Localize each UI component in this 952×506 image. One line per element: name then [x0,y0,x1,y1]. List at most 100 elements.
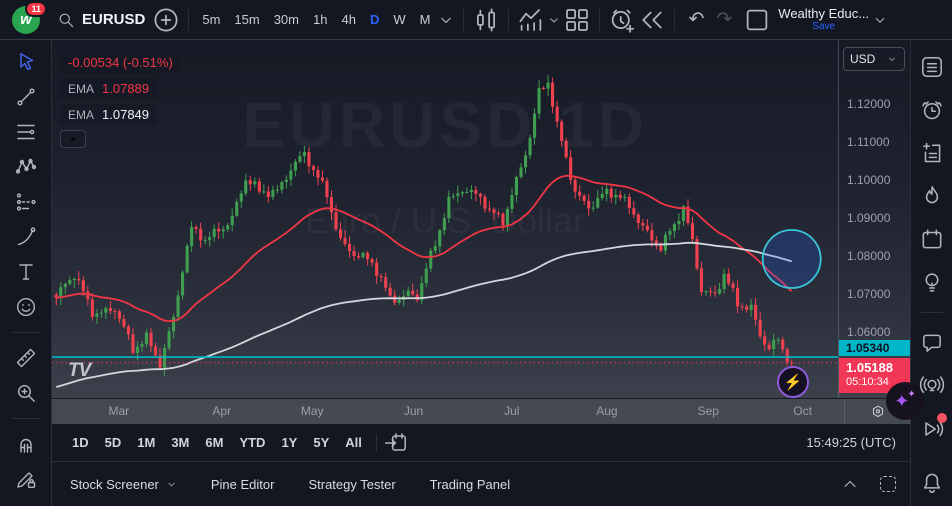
time-axis-months: MarAprMayJunJulAugSepOct [52,399,844,424]
sparkle-small-icon: ✦ [907,389,915,400]
tradingview-logo[interactable]: TV [68,360,90,382]
range-1m[interactable]: 1M [129,431,163,454]
edit-lock-icon[interactable] [14,467,38,491]
currency-chevron-icon [886,53,898,65]
timeframe-4h[interactable]: 4h [335,8,361,31]
timeframe-1h[interactable]: 1h [307,8,333,31]
compare-add-icon[interactable] [151,5,181,35]
range-5y[interactable]: 5Y [305,431,337,454]
toolbar-separator [188,9,189,31]
timeframe-chevron-icon[interactable] [436,5,456,35]
layout-grid-icon[interactable] [562,5,592,35]
chart-style-candles-icon[interactable] [471,5,501,35]
top-toolbar: w 11 EURUSD 5m15m30m1h4hDWM ↶ ↷ Wealthy … [0,0,952,40]
calendar-icon[interactable] [919,226,945,252]
app-logo[interactable]: w 11 [12,6,40,34]
emoji-icon[interactable] [14,295,38,319]
price-tick: 1.09000 [847,211,890,225]
hotlists-flame-icon[interactable] [919,183,945,209]
layout-chevron-icon[interactable] [871,5,889,35]
toolbar-divider [12,418,40,419]
ai-assistant-button[interactable]: ✦ ✦ [886,382,924,420]
timeframe-5m[interactable]: 5m [196,8,226,31]
bell-icon[interactable] [919,470,945,496]
legend-collapse-button[interactable] [60,130,86,148]
drawing-toolbar [0,40,52,506]
bar-replay-icon[interactable] [637,5,667,35]
notes-plus-icon[interactable] [919,140,945,166]
zoom-in-icon[interactable] [14,381,38,405]
legend-change-row[interactable]: -0.00534 (-0.51%) [60,52,181,73]
trend-line-icon[interactable] [14,85,38,109]
month-label-oct: Oct [793,404,812,418]
timeframe-D[interactable]: D [364,8,385,31]
time-axis[interactable]: MarAprMayJunJulAugSepOct [52,398,910,424]
cursor-icon[interactable] [14,50,38,74]
text-icon[interactable] [14,260,38,284]
undo-icon[interactable]: ↶ [682,10,710,29]
legend-ema2-row[interactable]: EMA 1.07849 [60,104,157,125]
range-3m[interactable]: 3M [163,431,197,454]
go-to-date-icon[interactable] [383,430,409,456]
tab-pine-editor[interactable]: Pine Editor [211,477,275,492]
chevron-down-icon [166,479,177,490]
indicators-icon[interactable] [516,5,546,35]
price-tick: 1.11000 [847,135,890,149]
instant-trading-button[interactable]: ⚡ [777,366,809,398]
level-price-label: 1.05340 [839,340,910,356]
panel-expand-chevron-icon[interactable] [840,474,860,494]
range-1d[interactable]: 1D [64,431,97,454]
range-ytd[interactable]: YTD [231,431,273,454]
price-tick: 1.07000 [847,287,890,301]
range-1y[interactable]: 1Y [273,431,305,454]
timeframe-15m[interactable]: 15m [228,8,265,31]
xabcd-pattern-icon[interactable] [14,155,38,179]
chart-pane[interactable]: EURUSD 1D Euro / U.S. Dollar -0.00534 (-… [52,40,910,398]
range-5d[interactable]: 5D [97,431,130,454]
save-layout-checkbox-icon[interactable] [742,5,772,35]
timeframe-30m[interactable]: 30m [268,8,305,31]
range-all[interactable]: All [337,431,370,454]
chart-region: EURUSD 1D Euro / U.S. Dollar -0.00534 (-… [52,40,910,506]
price-tick: 1.12000 [847,97,890,111]
toolbar-divider [12,332,40,333]
clock-utc[interactable]: 15:49:25 (UTC) [806,435,896,450]
layout-name-menu[interactable]: Wealthy Educ... Save [778,7,869,32]
tab-stock-screener[interactable]: Stock Screener [70,477,177,492]
ruler-icon[interactable] [14,346,38,370]
create-alert-icon[interactable] [607,5,637,35]
redo-icon[interactable]: ↷ [710,10,738,29]
tab-trading-panel[interactable]: Trading Panel [430,477,510,492]
price-scale[interactable]: USD 1.120001.110001.100001.090001.080001… [838,40,910,398]
brush-icon[interactable] [14,225,38,249]
fib-retracement-icon[interactable] [14,120,38,144]
chat-icon[interactable] [919,330,945,356]
fullscreen-icon[interactable] [880,476,896,492]
month-label-apr: Apr [212,404,231,418]
legend-ema1-row[interactable]: EMA 1.07889 [60,78,157,99]
symbol-name: EURUSD [82,11,145,28]
timeframe-W[interactable]: W [387,8,411,31]
date-range-row: 1D5D1M3M6MYTD1Y5YAll 15:49:25 (UTC) [52,424,910,462]
alerts-clock-icon[interactable] [919,97,945,123]
month-label-may: May [301,404,324,418]
timeframe-M[interactable]: M [414,8,437,31]
layout-name: Wealthy Educ... [778,7,869,21]
last-price-value: 1.05188 [846,360,910,376]
watchlist-icon[interactable] [919,54,945,80]
range-buttons: 1D5D1M3M6MYTD1Y5YAll [64,431,370,454]
ideas-bulb-icon[interactable] [919,269,945,295]
range-6m[interactable]: 6M [197,431,231,454]
save-button[interactable]: Save [812,21,835,32]
tab-strategy-tester[interactable]: Strategy Tester [308,477,395,492]
currency-label: USD [850,52,875,66]
projection-icon[interactable] [14,190,38,214]
price-tick: 1.10000 [847,173,890,187]
symbol-search-button[interactable]: EURUSD [50,6,151,34]
play-stream-icon[interactable] [919,416,945,442]
indicators-chevron-icon[interactable] [546,5,562,35]
magnet-icon[interactable] [14,432,38,456]
toolbar-separator [674,9,675,31]
currency-dropdown[interactable]: USD [843,47,905,71]
bottom-panel-bar: Stock Screener Pine Editor Strategy Tester… [52,462,910,506]
